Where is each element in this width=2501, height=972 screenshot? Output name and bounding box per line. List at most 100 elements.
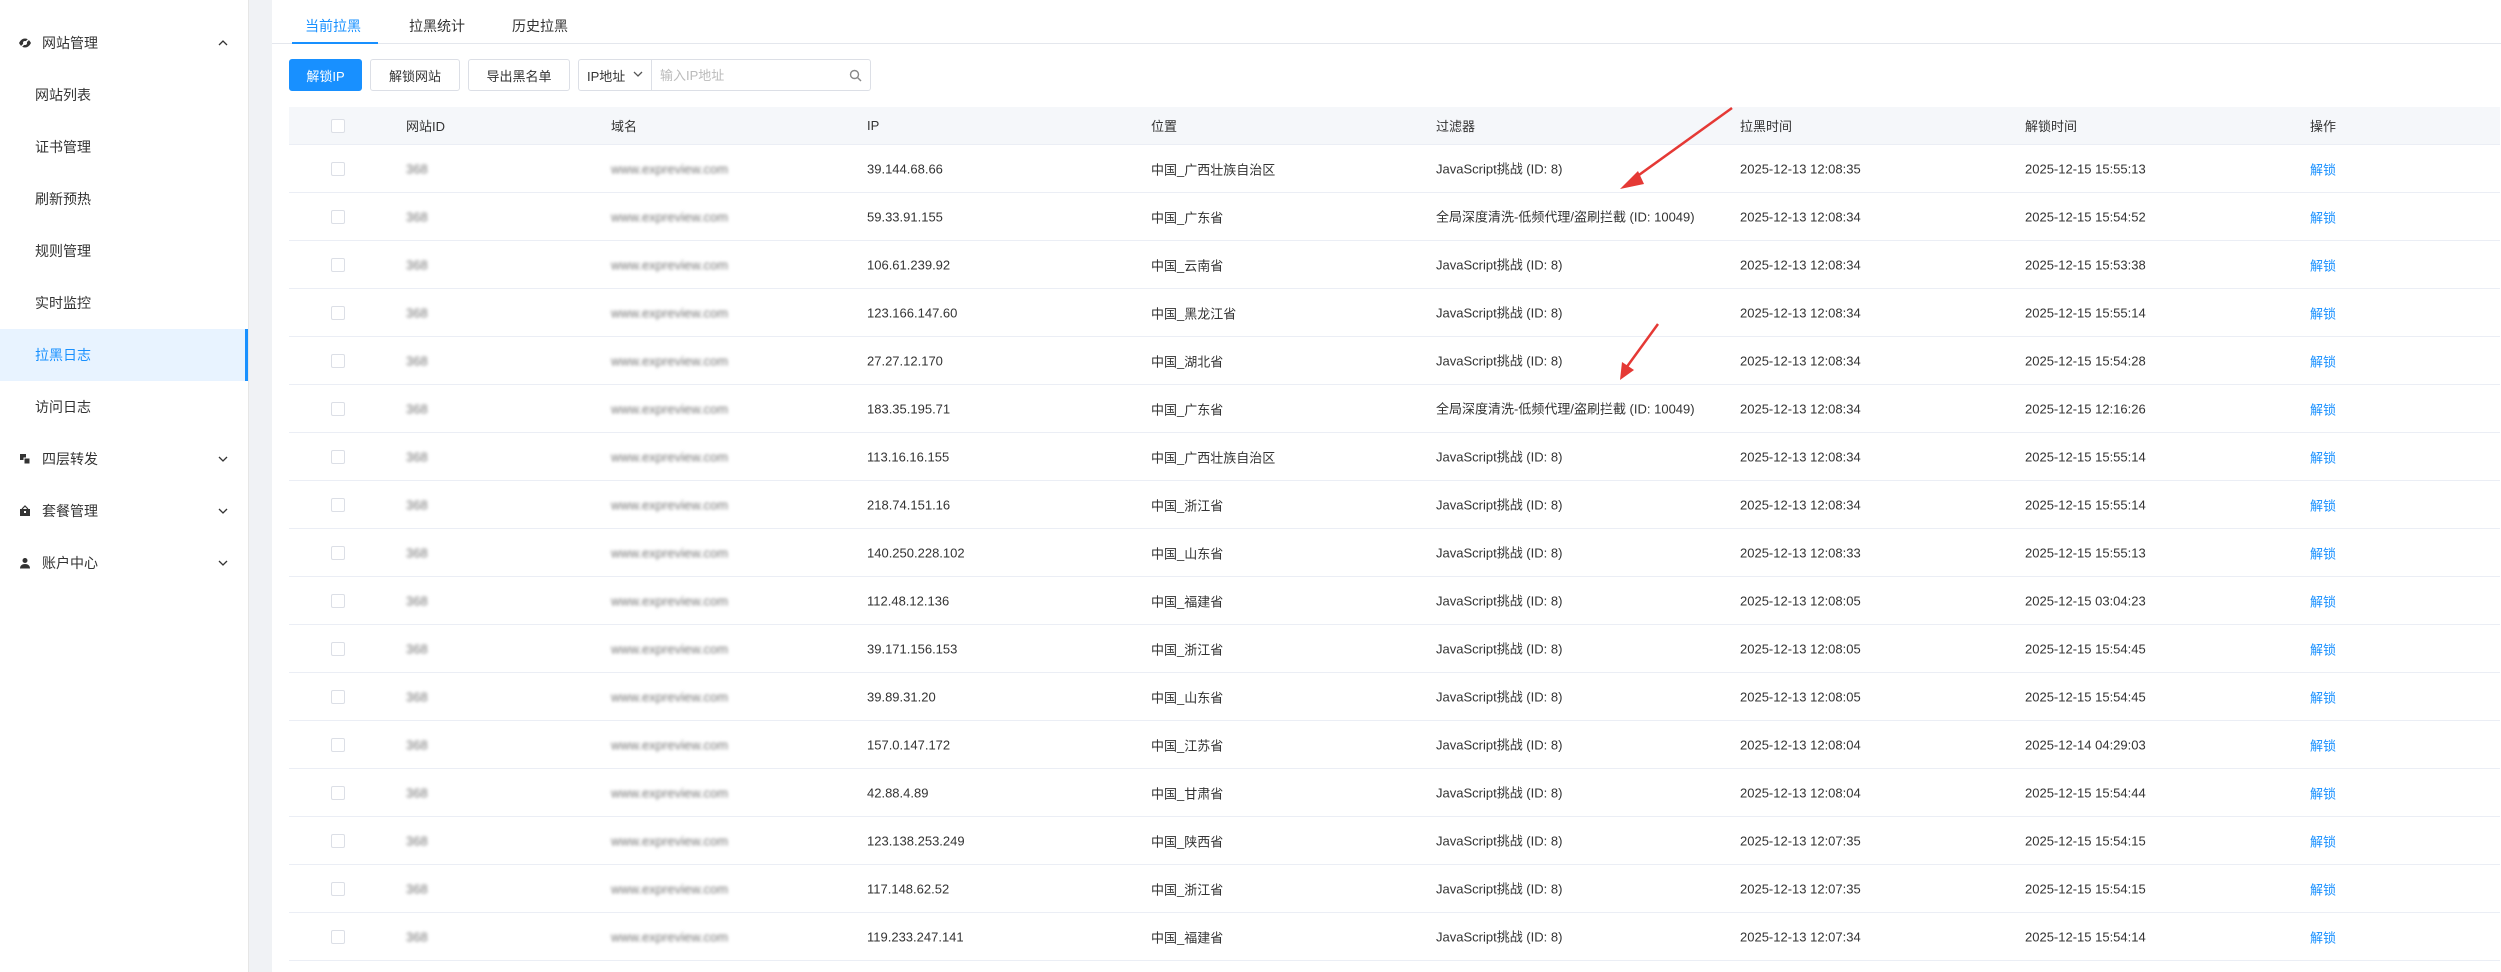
cell-block-time: 2025-12-13 12:08:34: [1740, 305, 1861, 320]
chevron-down-icon: [216, 504, 230, 518]
unlock-row-link[interactable]: 解锁: [2310, 447, 2336, 466]
cell-domain: www.expreview.com: [611, 737, 729, 752]
select-all-checkbox[interactable]: [331, 118, 345, 133]
unlock-row-link[interactable]: 解锁: [2310, 207, 2336, 226]
chevron-down-icon: [216, 452, 230, 466]
cell-location: 中国_湖北省: [1151, 354, 1224, 369]
export-blacklist-button[interactable]: 导出黑名单: [468, 59, 570, 91]
cell-location: 中国_云南省: [1151, 258, 1224, 273]
cell-filter: JavaScript挑战 (ID: 8): [1436, 929, 1563, 944]
row-checkbox[interactable]: [331, 881, 345, 896]
menu-group-site-management[interactable]: 网站管理: [0, 17, 248, 69]
unlock-row-link[interactable]: 解锁: [2310, 735, 2336, 754]
tab-block-history[interactable]: 历史拉黑: [512, 0, 568, 44]
cell-domain: www.expreview.com: [611, 209, 729, 224]
cell-filter: JavaScript挑战 (ID: 8): [1436, 545, 1563, 560]
sidebar-item-refresh-preheat[interactable]: 刷新预热: [0, 173, 248, 225]
search-icon[interactable]: [840, 60, 870, 90]
unlock-row-link[interactable]: 解锁: [2310, 639, 2336, 658]
row-checkbox[interactable]: [331, 161, 345, 176]
tab-current-blocked[interactable]: 当前拉黑: [305, 0, 361, 44]
row-checkbox[interactable]: [331, 737, 345, 752]
cell-block-time: 2025-12-13 12:08:05: [1740, 689, 1861, 704]
row-checkbox[interactable]: [331, 401, 345, 416]
unlock-site-button[interactable]: 解锁网站: [370, 59, 460, 91]
row-checkbox[interactable]: [331, 833, 345, 848]
row-checkbox[interactable]: [331, 449, 345, 464]
unlock-row-link[interactable]: 解锁: [2310, 687, 2336, 706]
row-checkbox[interactable]: [331, 641, 345, 656]
row-checkbox[interactable]: [331, 257, 345, 272]
table-row: 368 www.expreview.com 27.27.12.170 中国_湖北省 Ja…: [289, 337, 2500, 385]
unlock-row-link[interactable]: 解锁: [2310, 159, 2336, 178]
cell-location: 中国_广东省: [1151, 210, 1224, 225]
cell-unlock-time: 2025-12-15 15:55:14: [2025, 449, 2146, 464]
cell-unlock-time: 2025-12-15 15:55:14: [2025, 497, 2146, 512]
tab-block-stats[interactable]: 拉黑统计: [409, 0, 465, 44]
sidebar-item-certificates[interactable]: 证书管理: [0, 121, 248, 173]
row-checkbox[interactable]: [331, 305, 345, 320]
table-row: 368 www.expreview.com 218.74.151.16 中国_浙江省 J…: [289, 481, 2500, 529]
cell-domain: www.expreview.com: [611, 257, 729, 272]
unlock-ip-button[interactable]: 解锁IP: [289, 59, 362, 91]
sidebar-item-access-log[interactable]: 访问日志: [0, 381, 248, 433]
cell-site-id: 368: [406, 353, 428, 368]
table-row: 368 www.expreview.com 123.138.253.249 中国_陕西…: [289, 817, 2500, 865]
ip-search-input[interactable]: [652, 60, 840, 90]
unlock-row-link[interactable]: 解锁: [2310, 495, 2336, 514]
header-unlock-time: 解锁时间: [2025, 119, 2078, 134]
row-checkbox[interactable]: [331, 929, 345, 944]
cell-filter: JavaScript挑战 (ID: 8): [1436, 737, 1563, 752]
header-filter: 过滤器: [1436, 119, 1476, 134]
cell-unlock-time: 2025-12-15 15:54:14: [2025, 929, 2146, 944]
cell-domain: www.expreview.com: [611, 593, 729, 608]
table-row: 368 www.expreview.com 117.148.62.52 中国_浙江省 J…: [289, 865, 2500, 913]
unlock-row-link[interactable]: 解锁: [2310, 399, 2336, 418]
unlock-row-link[interactable]: 解锁: [2310, 927, 2336, 946]
sidebar-item-realtime-monitor[interactable]: 实时监控: [0, 277, 248, 329]
row-checkbox[interactable]: [331, 785, 345, 800]
sidebar-item-site-list[interactable]: 网站列表: [0, 69, 248, 121]
row-checkbox[interactable]: [331, 593, 345, 608]
search-type-select[interactable]: IP地址: [579, 60, 652, 90]
unlock-row-link[interactable]: 解锁: [2310, 831, 2336, 850]
cell-site-id: 368: [406, 161, 428, 176]
cell-filter: 全局深度清洗-低频代理/盗刷拦截 (ID: 10049): [1436, 401, 1695, 416]
row-checkbox[interactable]: [331, 497, 345, 512]
row-checkbox[interactable]: [331, 545, 345, 560]
table-row: 368 www.expreview.com 59.33.91.155 中国_广东省 全局…: [289, 193, 2500, 241]
cell-site-id: 368: [406, 593, 428, 608]
cell-ip: 218.74.151.16: [867, 497, 951, 512]
table-row: 368 www.expreview.com 140.250.228.102 中国_山东…: [289, 529, 2500, 577]
row-checkbox[interactable]: [331, 209, 345, 224]
cell-domain: www.expreview.com: [611, 449, 729, 464]
menu-group-packages[interactable]: 套餐管理: [0, 485, 248, 537]
unlock-row-link[interactable]: 解锁: [2310, 351, 2336, 370]
menu-group-l4-forward[interactable]: 四层转发: [0, 433, 248, 485]
unlock-row-link[interactable]: 解锁: [2310, 303, 2336, 322]
cell-filter: JavaScript挑战 (ID: 8): [1436, 305, 1563, 320]
unlock-row-link[interactable]: 解锁: [2310, 591, 2336, 610]
cell-ip: 113.16.16.155: [867, 449, 950, 464]
menu-group-label: 套餐管理: [42, 503, 98, 519]
row-checkbox[interactable]: [331, 689, 345, 704]
cell-unlock-time: 2025-12-15 15:54:45: [2025, 641, 2146, 656]
cell-block-time: 2025-12-13 12:08:05: [1740, 593, 1861, 608]
sidebar-item-block-log[interactable]: 拉黑日志: [0, 329, 248, 381]
cell-site-id: 368: [406, 401, 428, 416]
cell-location: 中国_福建省: [1151, 930, 1224, 945]
table-row: 368 www.expreview.com 39.144.68.66 中国_广西壮族自…: [289, 145, 2500, 193]
menu-group-account[interactable]: 账户中心: [0, 537, 248, 589]
unlock-row-link[interactable]: 解锁: [2310, 255, 2336, 274]
sidebar-item-rules[interactable]: 规则管理: [0, 225, 248, 277]
unlock-row-link[interactable]: 解锁: [2310, 543, 2336, 562]
row-checkbox[interactable]: [331, 353, 345, 368]
cell-location: 中国_江苏省: [1151, 738, 1224, 753]
sidebar-item-label: 刷新预热: [35, 191, 91, 207]
chevron-down-icon: [633, 68, 643, 83]
unlock-row-link[interactable]: 解锁: [2310, 783, 2336, 802]
cell-domain: www.expreview.com: [611, 545, 729, 560]
unlock-row-link[interactable]: 解锁: [2310, 879, 2336, 898]
cell-block-time: 2025-12-13 12:08:34: [1740, 257, 1861, 272]
cell-ip: 183.35.195.71: [867, 401, 951, 416]
